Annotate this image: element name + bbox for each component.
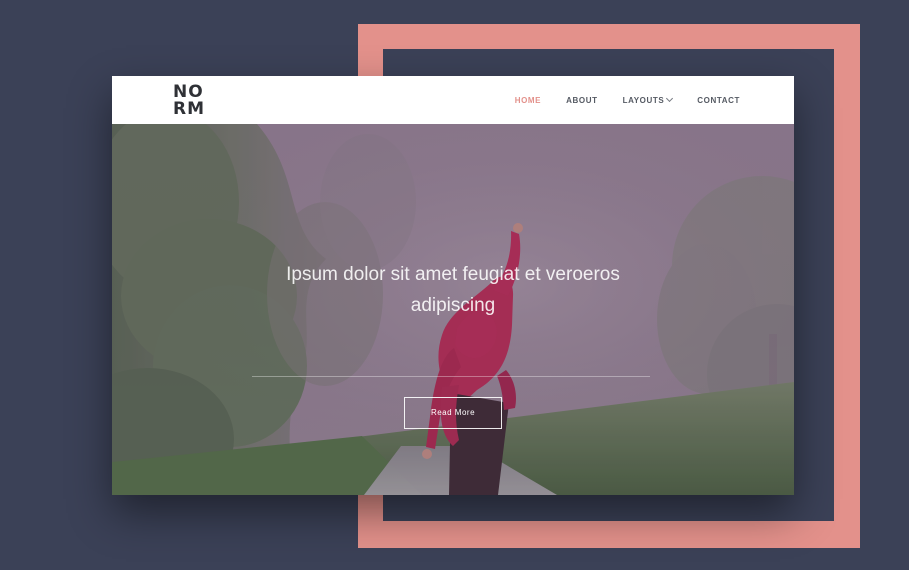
nav-layouts[interactable]: LAYOUTS xyxy=(622,94,674,105)
website-preview: NO RM HOME ABOUT LAYOUTS CONTACT Ipsum d… xyxy=(112,76,794,495)
nav-home[interactable]: HOME xyxy=(515,96,541,105)
site-logo[interactable]: NO RM xyxy=(173,84,209,118)
hero-headline: Ipsum dolor sit amet feugiat et veroeros… xyxy=(286,263,620,316)
nav-contact[interactable]: CONTACT xyxy=(697,96,740,105)
nav-about[interactable]: ABOUT xyxy=(566,96,597,105)
top-navbar: NO RM HOME ABOUT LAYOUTS CONTACT xyxy=(112,76,794,124)
chevron-down-icon xyxy=(666,94,674,103)
hero-divider xyxy=(252,376,650,377)
logo-line-2: RM xyxy=(173,99,206,119)
read-more-button[interactable]: Read More xyxy=(404,397,502,429)
hero-section: Ipsum dolor sit amet feugiat et veroeros… xyxy=(112,124,794,495)
main-nav: HOME ABOUT LAYOUTS CONTACT xyxy=(515,76,740,124)
nav-layouts-label: LAYOUTS xyxy=(622,95,665,105)
